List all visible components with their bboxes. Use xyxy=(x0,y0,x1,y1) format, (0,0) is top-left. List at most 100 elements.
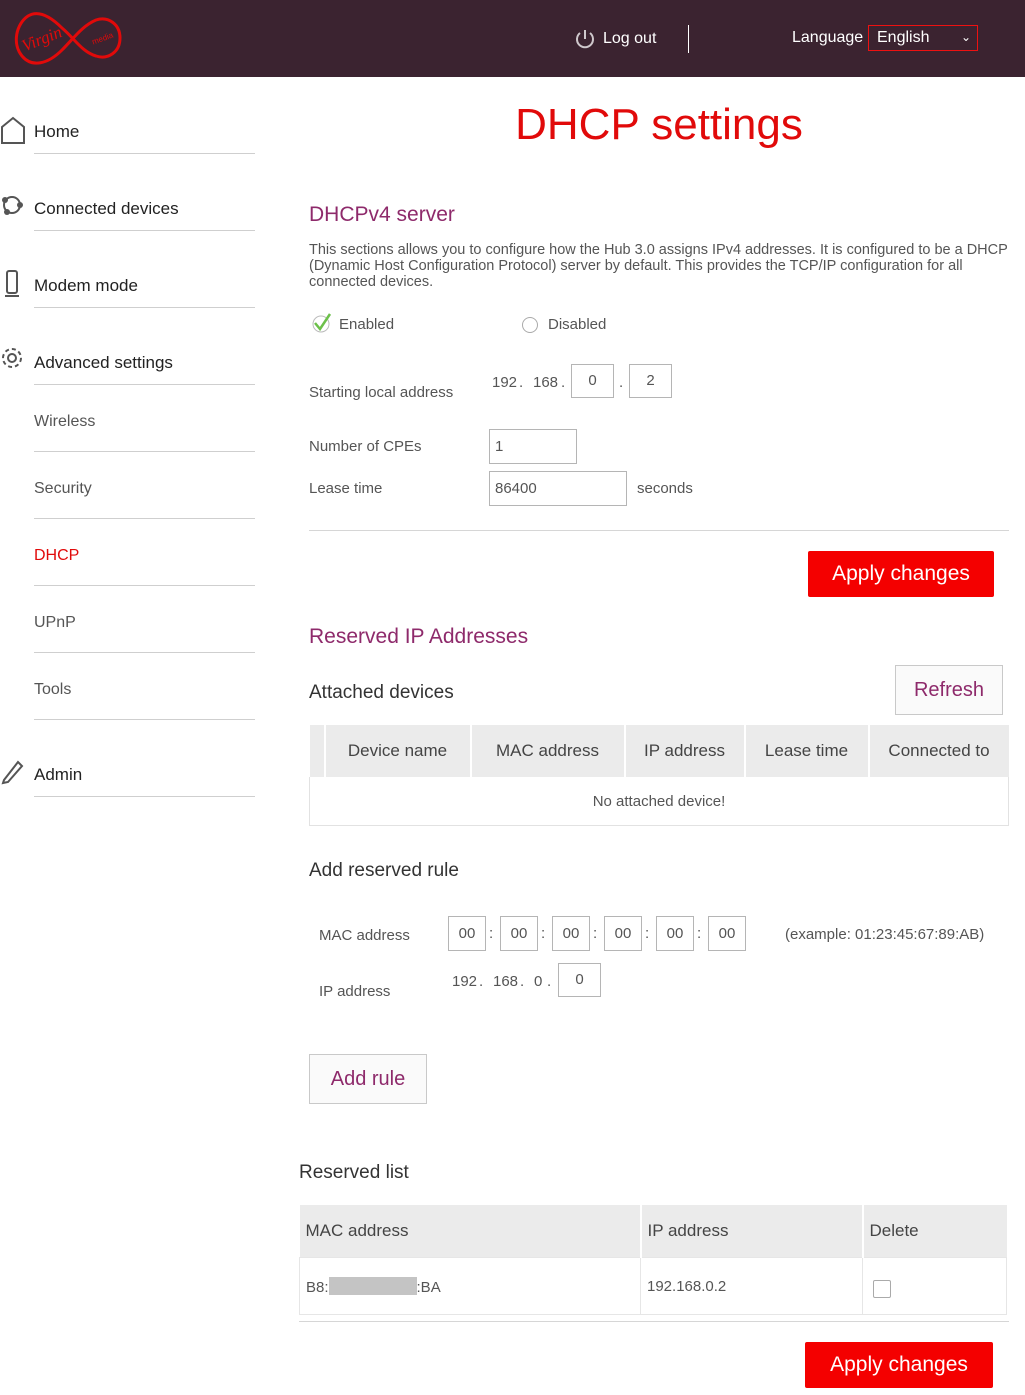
logout-label: Log out xyxy=(603,30,657,47)
mac-octet-input[interactable]: 00 xyxy=(552,916,590,951)
sidebar-divider xyxy=(34,585,255,586)
start-address-label: Starting local address xyxy=(309,384,454,401)
disabled-radio[interactable] xyxy=(522,317,538,333)
sidebar-item-label: Admin xyxy=(34,765,83,784)
enabled-radio[interactable] xyxy=(311,312,333,334)
cpe-label: Number of CPEs xyxy=(309,438,422,455)
table-row: No attached device! xyxy=(309,777,1009,826)
ip-cell: 192.168.0.2 xyxy=(640,1257,863,1315)
table-gutter xyxy=(309,725,325,777)
ip-address-label: IP address xyxy=(319,983,391,1000)
apply-changes-button-bottom[interactable]: Apply changes xyxy=(805,1342,993,1388)
start-octet-3-input[interactable]: 0 xyxy=(571,364,614,398)
virgin-media-logo[interactable]: Virgin media xyxy=(8,6,122,72)
sidebar-divider xyxy=(34,652,255,653)
column-header: Delete xyxy=(861,1205,1007,1258)
mac-separator: : xyxy=(489,925,494,942)
sidebar-subitem-tools[interactable]: Tools xyxy=(34,681,71,699)
refresh-button[interactable]: Refresh xyxy=(895,665,1003,715)
column-header: IP address xyxy=(623,725,745,777)
enabled-label: Enabled xyxy=(339,316,395,333)
apply-changes-button[interactable]: Apply changes xyxy=(808,551,994,597)
column-header: Connected to xyxy=(867,725,1009,777)
mac-octet-input[interactable]: 00 xyxy=(656,916,694,951)
sidebar-divider xyxy=(34,451,255,452)
sidebar-item-home[interactable]: Home xyxy=(0,115,256,145)
sidebar-divider xyxy=(34,230,255,231)
mac-separator: : xyxy=(697,925,702,942)
sidebar-item-label: Modem mode xyxy=(34,276,138,295)
column-header: Device name xyxy=(323,725,471,777)
sidebar-subitem-wireless[interactable]: Wireless xyxy=(34,413,95,431)
delete-cell xyxy=(862,1257,1007,1315)
octet-separator: . xyxy=(519,374,524,391)
sidebar-divider xyxy=(34,384,255,385)
octet-separator: . xyxy=(547,973,552,990)
attached-devices-table: Device name MAC address IP address Lease… xyxy=(309,725,1009,826)
language-label: Language xyxy=(792,29,864,46)
devices-icon xyxy=(2,196,23,215)
ip-octet-1: 192 xyxy=(452,973,478,990)
reserved-list-table: MAC address IP address Delete B8::BA 192… xyxy=(299,1205,1007,1315)
sidebar-divider xyxy=(34,719,255,720)
mac-octet-input[interactable]: 00 xyxy=(708,916,746,951)
mac-prefix: B8: xyxy=(306,1278,329,1296)
octet-separator: . xyxy=(619,374,624,391)
header-divider xyxy=(688,25,689,53)
ip-octet-2: 168 xyxy=(493,973,519,990)
start-octet-1: 192 xyxy=(492,374,518,391)
divider xyxy=(299,1321,1009,1322)
sidebar-subitem-upnp[interactable]: UPnP xyxy=(34,614,76,632)
add-rule-title: Add reserved rule xyxy=(309,860,459,881)
sidebar-item-admin[interactable]: Admin xyxy=(0,758,256,788)
mac-separator: : xyxy=(593,925,598,942)
ip-octet-3: 0 xyxy=(534,973,543,990)
sidebar-item-advanced-settings[interactable]: Advanced settings xyxy=(0,346,256,376)
table-row: B8::BA 192.168.0.2 xyxy=(299,1257,1007,1315)
sidebar-subitem-dhcp[interactable]: DHCP xyxy=(34,547,79,565)
sidebar-item-connected-devices[interactable]: Connected devices xyxy=(0,192,256,222)
power-icon xyxy=(576,30,594,49)
sidebar-item-modem-mode[interactable]: Modem mode xyxy=(0,269,256,299)
octet-separator: . xyxy=(479,973,484,990)
language-value: English xyxy=(877,29,930,46)
mac-octet-input[interactable]: 00 xyxy=(448,916,486,951)
lease-input[interactable]: 86400 xyxy=(489,471,627,506)
mac-octet-input[interactable]: 00 xyxy=(604,916,642,951)
modem-icon xyxy=(5,270,19,297)
gear-icon xyxy=(2,348,22,368)
cpe-input[interactable]: 1 xyxy=(489,429,577,464)
dhcpv4-description: This sections allows you to configure ho… xyxy=(309,242,1008,290)
mac-example: (example: 01:23:45:67:89:AB) xyxy=(785,926,985,943)
home-icon xyxy=(1,116,25,144)
sidebar-divider xyxy=(34,796,255,797)
octet-separator: . xyxy=(561,374,566,391)
column-header: MAC address xyxy=(299,1205,641,1258)
sidebar-item-label: Advanced settings xyxy=(34,353,173,372)
sidebar-divider xyxy=(34,153,255,154)
sidebar-subitem-security[interactable]: Security xyxy=(34,480,92,498)
delete-checkbox[interactable] xyxy=(873,1279,891,1298)
octet-separator: . xyxy=(520,973,525,990)
logout-button[interactable]: Log out xyxy=(574,25,656,53)
sidebar-item-label: Connected devices xyxy=(34,199,179,218)
chevron-down-icon: ⌄ xyxy=(960,30,971,44)
sidebar-divider xyxy=(34,518,255,519)
disabled-label: Disabled xyxy=(548,316,607,333)
dhcpv4-section-title: DHCPv4 server xyxy=(309,203,455,226)
column-header: Lease time xyxy=(743,725,869,777)
redacted-mask xyxy=(328,1276,417,1295)
start-octet-4-input[interactable]: 2 xyxy=(629,364,672,398)
add-rule-button[interactable]: Add rule xyxy=(309,1054,427,1104)
column-header: MAC address xyxy=(469,725,625,777)
page-title: DHCP settings xyxy=(515,100,803,149)
reserved-list-title: Reserved list xyxy=(299,1162,409,1183)
ip-octet-4-input[interactable]: 0 xyxy=(558,963,601,997)
empty-message: No attached device! xyxy=(309,777,1009,826)
mac-octet-input[interactable]: 00 xyxy=(500,916,538,951)
language-select[interactable]: English ⌄ xyxy=(868,25,978,51)
sidebar-divider xyxy=(34,307,255,308)
attached-devices-title: Attached devices xyxy=(309,682,454,703)
mac-address-label: MAC address xyxy=(319,927,410,944)
svg-text:Virgin: Virgin xyxy=(19,22,65,55)
